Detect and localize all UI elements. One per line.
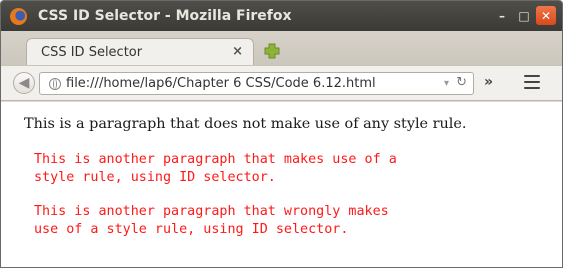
globe-icon [49, 77, 61, 90]
paragraph-line: This is another paragraph that makes use… [34, 152, 397, 167]
url-bar[interactable]: file:///home/lap6/Chapter 6 CSS/Code 6.1… [39, 72, 474, 95]
close-window-button[interactable]: ✕ [536, 6, 556, 25]
navigation-bar: ◀ file:///home/lap6/Chapter 6 CSS/Code 6… [1, 65, 562, 101]
minimize-button[interactable]: – [492, 6, 512, 25]
new-tab-button[interactable] [261, 41, 283, 61]
paragraph-id-selector: This is another paragraph that makes use… [34, 151, 397, 187]
page-content: This is a paragraph that does not make u… [1, 102, 562, 267]
paragraph-line: use of a style rule, using ID selector. [34, 222, 349, 237]
tab-css-id-selector[interactable]: CSS ID Selector × [26, 38, 254, 65]
tab-strip: CSS ID Selector × [1, 31, 562, 65]
paragraph-line: This is another paragraph that wrongly m… [34, 204, 389, 219]
hamburger-menu-icon[interactable] [524, 75, 540, 89]
browser-window: CSS ID Selector - Mozilla Firefox – □ ✕ … [0, 0, 563, 268]
firefox-logo-icon [10, 7, 27, 25]
tab-close-button[interactable]: × [232, 44, 243, 59]
paragraph-id-selector-wrong: This is another paragraph that wrongly m… [34, 203, 389, 239]
window-title: CSS ID Selector - Mozilla Firefox [38, 8, 292, 24]
title-bar: CSS ID Selector - Mozilla Firefox – □ ✕ [1, 1, 562, 31]
url-text: file:///home/lap6/Chapter 6 CSS/Code 6.1… [66, 76, 376, 91]
tab-label: CSS ID Selector [41, 45, 143, 60]
back-button[interactable]: ◀ [13, 72, 35, 94]
history-dropdown-icon[interactable]: ▾ [444, 78, 449, 89]
paragraph-line: style rule, using ID selector. [34, 170, 276, 185]
puzzle-plus-icon [264, 43, 280, 59]
maximize-button[interactable]: □ [514, 6, 534, 25]
paragraph-plain: This is a paragraph that does not make u… [24, 116, 467, 132]
arrow-left-icon: ◀ [18, 75, 30, 91]
toolbar-overflow-button[interactable]: » [484, 74, 493, 90]
window-controls: – □ ✕ [492, 6, 556, 25]
reload-icon[interactable]: ↻ [456, 75, 467, 90]
